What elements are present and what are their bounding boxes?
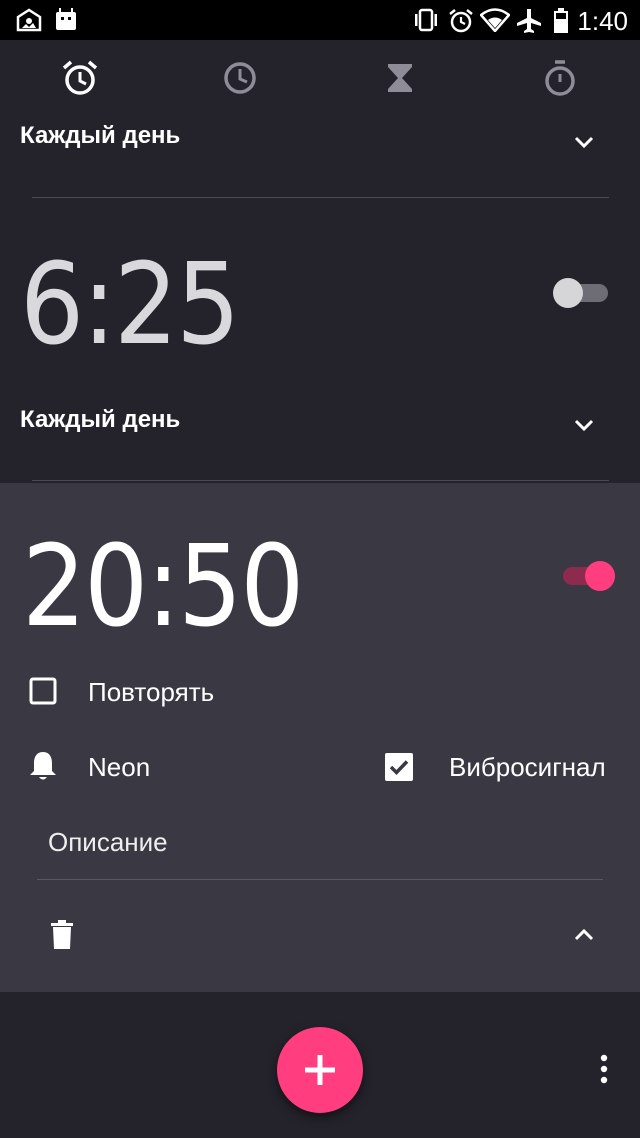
divider	[37, 879, 603, 880]
chevron-up-icon[interactable]	[571, 922, 597, 948]
clock-icon	[224, 62, 256, 94]
delete-icon[interactable]	[50, 920, 74, 950]
android-notification-icon	[56, 8, 76, 30]
chevron-down-icon[interactable]	[571, 129, 597, 155]
vibrate-icon	[415, 8, 437, 32]
alarm-icon	[449, 9, 473, 33]
ringtone-label: Neon	[88, 752, 151, 782]
add-alarm-button[interactable]	[277, 1027, 363, 1113]
divider	[32, 480, 609, 481]
tab-bar	[0, 40, 640, 115]
tab-stopwatch[interactable]	[540, 58, 580, 98]
status-time: 1:40	[577, 6, 628, 36]
battery-icon	[554, 8, 568, 33]
alarm-icon	[62, 60, 98, 95]
airplane-mode-icon	[517, 9, 541, 33]
alarm-time[interactable]: 6:25	[20, 240, 240, 370]
plus-icon	[305, 1055, 335, 1085]
repeat-label: Повторять	[88, 677, 215, 707]
more-options-icon[interactable]	[596, 1054, 612, 1084]
tab-alarm[interactable]	[60, 58, 100, 98]
alarm-time[interactable]: 20:50	[22, 522, 304, 652]
tab-timer[interactable]	[380, 58, 420, 98]
chevron-down-icon[interactable]	[571, 412, 597, 438]
photo-notification-icon	[16, 8, 42, 32]
alarm-repeat-label: Каждый день	[20, 122, 181, 149]
hourglass-icon	[388, 64, 412, 92]
vibrate-label: Вибросигнал	[449, 752, 606, 782]
switch-thumb	[553, 278, 583, 308]
wifi-icon	[480, 8, 510, 32]
alarm-repeat-label: Каждый день	[20, 406, 181, 433]
tab-clock[interactable]	[220, 58, 260, 98]
divider	[32, 197, 609, 198]
switch-thumb	[585, 561, 615, 591]
bell-icon	[30, 752, 56, 780]
checkbox-unchecked-icon[interactable]	[29, 677, 57, 705]
stopwatch-icon	[545, 60, 575, 96]
description-field[interactable]: Описание	[48, 827, 168, 858]
status-bar: 1:40	[0, 0, 640, 40]
checkbox-checked-icon[interactable]	[384, 752, 414, 782]
alarm-item-expanded: 20:50 Повторять Neon Вибросигнал Описани…	[0, 483, 640, 992]
